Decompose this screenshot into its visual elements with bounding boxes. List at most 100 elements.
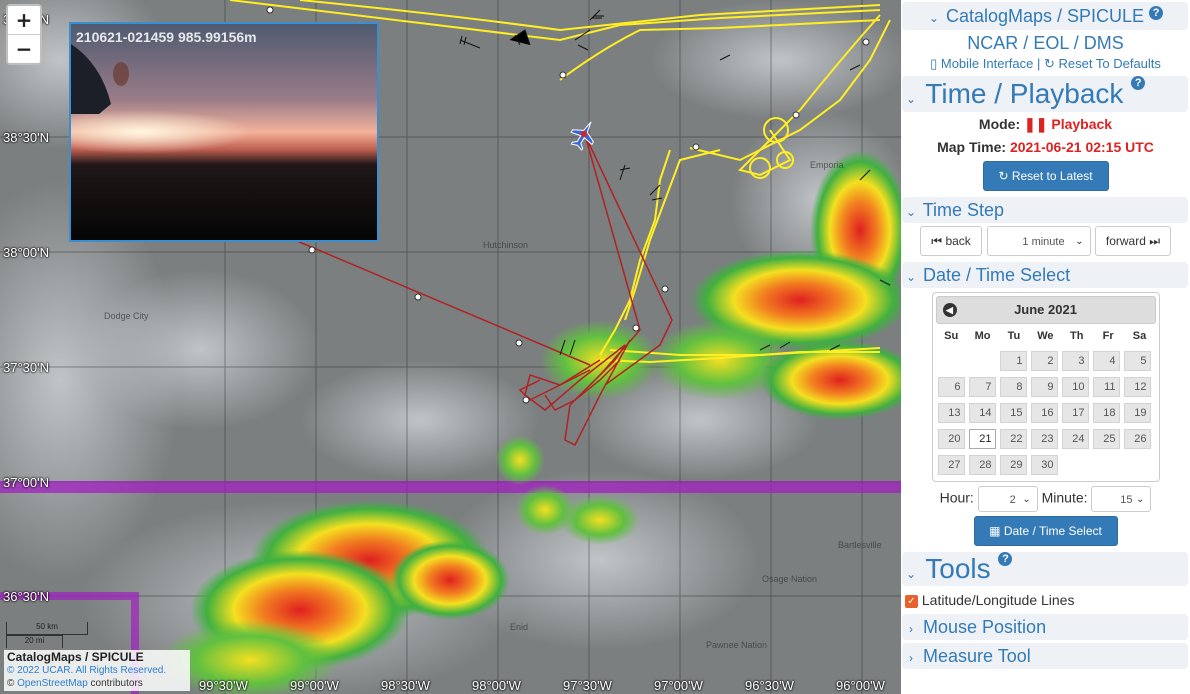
mode-value: Playback [1051, 116, 1113, 132]
prev-month-icon[interactable]: ◀ [942, 303, 957, 318]
calendar-day[interactable]: 4 [1092, 351, 1120, 372]
town-label: Dodge City [104, 311, 149, 321]
weekday-label: We [1037, 330, 1054, 343]
lat-label: 38°30'N [3, 130, 49, 145]
time-step-controls: ⏮ back 1 minute ⌄ forward ⏭ [901, 226, 1190, 257]
mobile-interface-link[interactable]: Mobile Interface [941, 56, 1034, 71]
tools-header[interactable]: ⌄ Tools ? [902, 552, 1188, 587]
help-icon[interactable]: ? [1149, 6, 1164, 20]
hour-label: Hour: [939, 489, 974, 506]
step-back-label: back [945, 234, 971, 249]
calendar-day[interactable]: 30 [1030, 455, 1058, 476]
calendar-day[interactable]: 10 [1061, 377, 1089, 398]
measure-tool-title: Measure Tool [923, 646, 1031, 667]
calendar-day[interactable]: 1 [999, 351, 1027, 372]
calendar-day[interactable]: 9 [1030, 377, 1058, 398]
calendar-day[interactable]: 20 [937, 429, 965, 450]
catalog-title: CatalogMaps / SPICULE [945, 6, 1145, 26]
calendar-day[interactable]: 16 [1030, 403, 1058, 424]
calendar-day[interactable]: 24 [1061, 429, 1089, 450]
camera-photo-popup[interactable]: 210621-021459 985.99156m [69, 22, 379, 242]
attribution-title: CatalogMaps / SPICULE [7, 650, 144, 664]
step-back-button[interactable]: ⏮ back [920, 226, 983, 257]
link-dms[interactable]: DMS [1084, 33, 1124, 53]
lon-label: 96°00'W [836, 678, 885, 693]
zoom-in-button[interactable]: + [8, 6, 40, 34]
reset-latest-button[interactable]: ↻ Reset to Latest [982, 161, 1109, 191]
catalog-header[interactable]: ⌄ CatalogMaps / SPICULE ? [902, 2, 1188, 30]
calendar-day[interactable]: 17 [1061, 403, 1089, 424]
link-eol[interactable]: EOL [1033, 33, 1068, 53]
calendar-day[interactable]: 12 [1123, 377, 1151, 398]
mobile-icon: ▯ [930, 56, 938, 71]
calendar-day[interactable]: 29 [999, 455, 1027, 476]
osm-link[interactable]: OpenStreetMap [17, 678, 88, 689]
calendar-day[interactable]: 21 [968, 429, 996, 450]
lon-label: 97°00'W [654, 678, 703, 693]
latlon-lines-checkbox[interactable]: ✓ [905, 595, 918, 609]
step-back-icon: ⏮ [931, 234, 943, 249]
chevron-down-icon: ⌄ [1022, 494, 1031, 506]
calendar-day[interactable]: 3 [1061, 351, 1089, 372]
zoom-out-button[interactable]: − [8, 34, 40, 63]
calendar-day[interactable]: 15 [999, 403, 1027, 424]
attribution: CatalogMaps / SPICULE © 2022 UCAR. All R… [4, 650, 190, 691]
calendar-day[interactable]: 27 [937, 455, 965, 476]
calendar-day[interactable]: 6 [937, 377, 965, 398]
tools-title: Tools [925, 553, 991, 585]
calendar-day[interactable]: 25 [1092, 429, 1120, 450]
calendar-month: June 2021 [1014, 302, 1077, 318]
lon-label: 98°30'W [381, 678, 430, 693]
town-label: Pawnee Nation [706, 640, 768, 650]
calendar-day[interactable]: 14 [968, 403, 996, 424]
calendar-day[interactable]: 8 [999, 377, 1027, 398]
zoom-control: + − [6, 4, 42, 65]
scale-mi: 20 mi [6, 635, 63, 648]
calendar-day[interactable]: 2 [1030, 351, 1058, 372]
time-step-header[interactable]: ⌄ Time Step [902, 197, 1188, 223]
hour-value: 2 [1009, 494, 1016, 507]
time-playback-title: Time / Playback [925, 78, 1124, 109]
step-size-value: 1 minute [1022, 236, 1065, 248]
calendar-day[interactable]: 18 [1092, 403, 1120, 424]
date-time-header[interactable]: ⌄ Date / Time Select [902, 262, 1188, 289]
weekday-label: Sa [1132, 330, 1147, 343]
calendar-day[interactable]: 26 [1123, 429, 1151, 450]
hour-minute-row: Hour: 2 ⌄ Minute: 15 ⌄ [901, 486, 1190, 513]
calendar-day[interactable]: 23 [1030, 429, 1058, 450]
attribution-osm-prefix: © [7, 678, 15, 689]
calendar-day[interactable]: 13 [937, 403, 965, 424]
calendar-day[interactable]: 5 [1123, 351, 1151, 372]
calendar-day[interactable]: 11 [1092, 377, 1120, 398]
date-time-select-button[interactable]: ▦ Date / Time Select [973, 516, 1118, 547]
town-label: Bartlesville [838, 540, 882, 550]
step-forward-button[interactable]: forward ⏭ [1094, 226, 1171, 257]
calendar-day[interactable]: 19 [1123, 403, 1151, 424]
link-ncar[interactable]: NCAR [967, 33, 1018, 53]
time-playback-header[interactable]: ⌄ Time / Playback ? [902, 76, 1188, 112]
chevron-down-icon: ⌄ [905, 92, 917, 106]
map-view[interactable]: Hutchinson Dodge City Emporia Bartlesvil… [0, 0, 901, 694]
step-size-select[interactable]: 1 minute ⌄ [986, 226, 1091, 256]
hour-select[interactable]: 2 ⌄ [977, 486, 1038, 513]
lon-label: 99°30'W [199, 678, 248, 693]
help-icon[interactable]: ? [998, 552, 1013, 567]
calendar-day[interactable]: 28 [968, 455, 996, 476]
calendar-day[interactable]: 7 [968, 377, 996, 398]
date-time-title: Date / Time Select [923, 265, 1071, 286]
weekday-label: Mo [974, 330, 991, 343]
reset-defaults-link[interactable]: Reset To Defaults [1059, 56, 1161, 71]
mouse-position-header[interactable]: › Mouse Position [902, 614, 1188, 641]
lon-label: 98°00'W [472, 678, 521, 693]
attribution-copyright-link[interactable]: © 2022 UCAR. All Rights Reserved. [7, 665, 166, 676]
sub-links: ▯ Mobile Interface | ↻ Reset To Defaults [901, 56, 1190, 72]
calendar-day[interactable]: 22 [999, 429, 1027, 450]
lon-label: 99°00'W [290, 678, 339, 693]
control-panel: ⌄ CatalogMaps / SPICULE ? NCAR / EOL / D… [901, 0, 1190, 694]
chevron-down-icon: ⌄ [928, 11, 939, 25]
pause-icon: ❚❚ [1024, 116, 1048, 132]
minute-select[interactable]: 15 ⌄ [1091, 486, 1152, 513]
measure-tool-header[interactable]: › Measure Tool [902, 643, 1188, 670]
chevron-right-icon: › [909, 622, 913, 637]
help-icon[interactable]: ? [1131, 76, 1146, 90]
